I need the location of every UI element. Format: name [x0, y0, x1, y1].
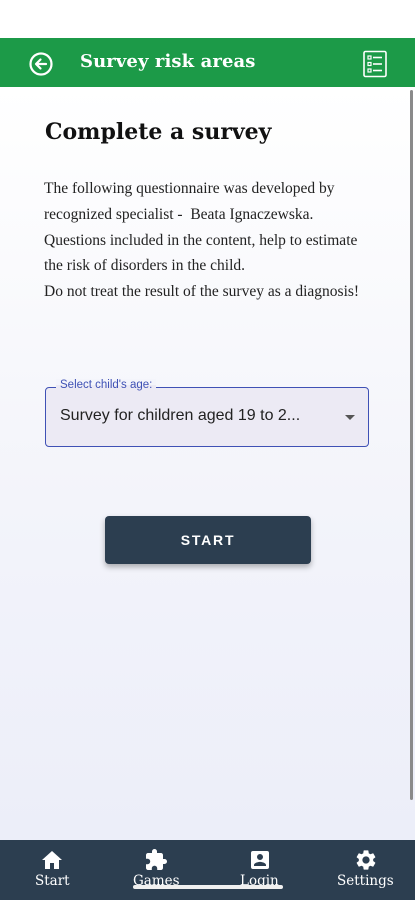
status-bar — [0, 0, 415, 38]
age-select-value: Survey for children aged 19 to 2... — [60, 407, 301, 424]
home-indicator[interactable] — [133, 885, 283, 889]
scrollbar[interactable] — [410, 90, 413, 800]
nav-item-games[interactable]: Games — [124, 840, 188, 900]
nav-item-start[interactable]: Start — [20, 840, 84, 900]
gear-icon — [356, 850, 376, 870]
age-select[interactable]: Select child's age: Survey for children … — [45, 379, 369, 447]
page-title: Complete a survey — [45, 119, 272, 145]
main-content: Complete a survey The following question… — [0, 87, 415, 840]
checklist-icon — [363, 50, 387, 78]
start-button[interactable]: START — [105, 516, 311, 564]
puzzle-icon — [146, 849, 167, 870]
account-box-icon — [251, 851, 269, 869]
age-select-label: Select child's age: — [56, 379, 157, 391]
bottom-nav: Start Games Login Settings — [0, 840, 415, 900]
back-arrow-icon — [29, 52, 53, 76]
app-bar: Survey risk areas — [0, 38, 415, 87]
survey-description: The following questionnaire was develope… — [44, 180, 360, 301]
back-button[interactable] — [28, 51, 54, 77]
nav-item-settings[interactable]: Settings — [334, 840, 398, 900]
survey-list-button[interactable] — [362, 50, 388, 78]
nav-label-start: Start — [35, 873, 70, 889]
app-bar-title: Survey risk areas — [80, 51, 256, 72]
nav-item-login[interactable]: Login — [228, 840, 292, 900]
nav-label-settings: Settings — [337, 873, 394, 889]
caret-down-icon — [345, 415, 355, 420]
home-icon — [42, 851, 62, 869]
